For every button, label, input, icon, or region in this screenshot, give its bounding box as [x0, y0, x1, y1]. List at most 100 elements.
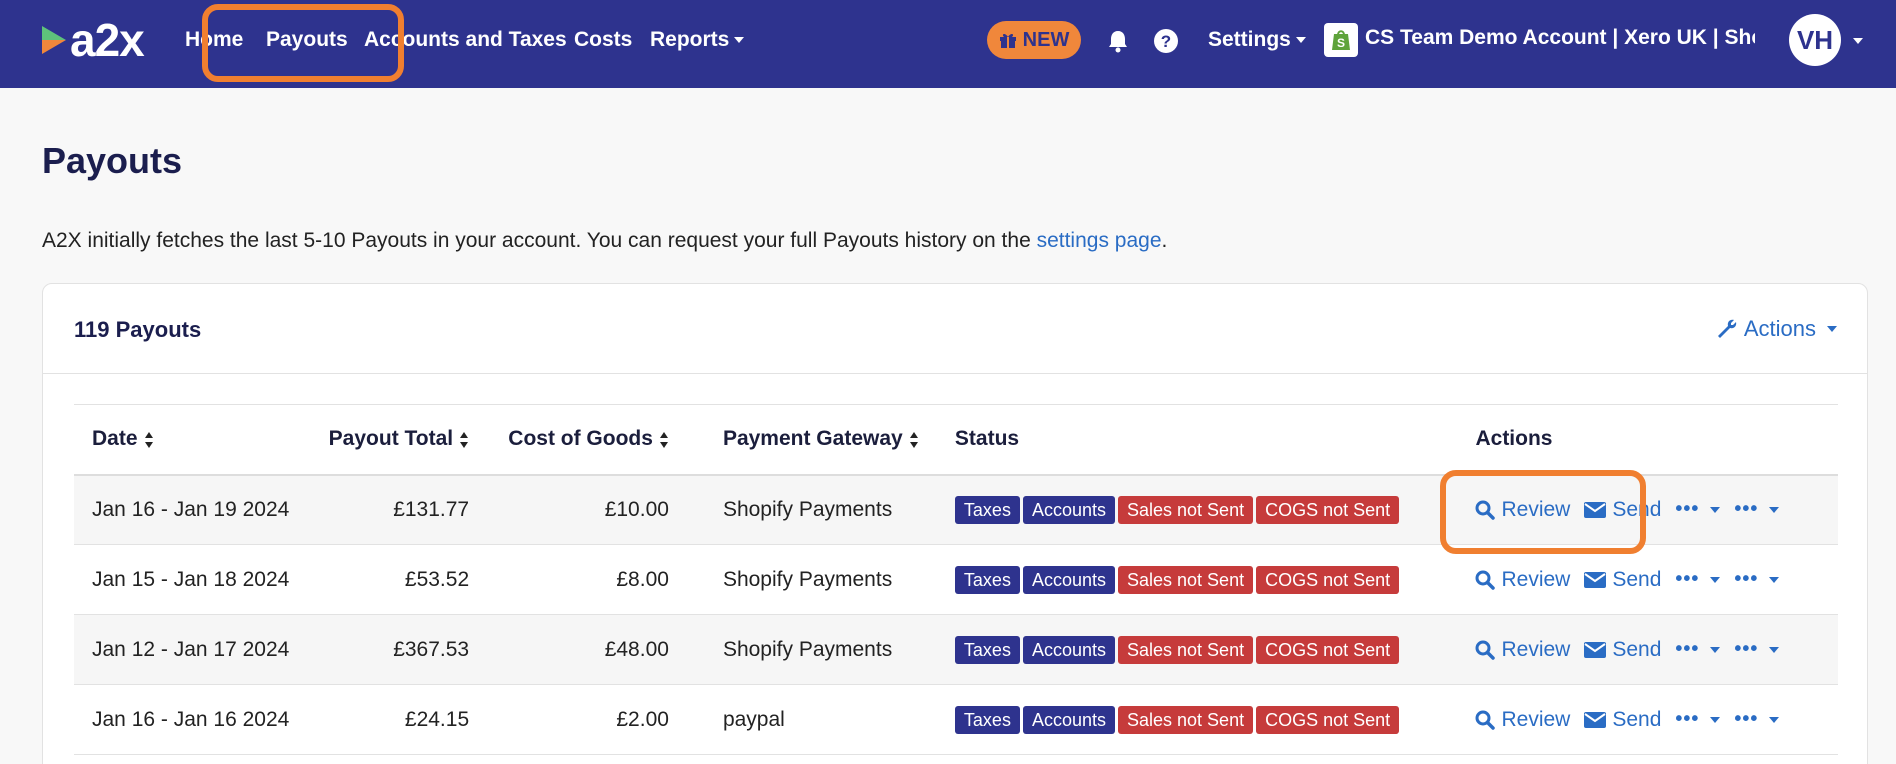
card-actions-dropdown[interactable]: Actions — [1716, 316, 1837, 342]
ellipsis-icon: ••• — [1734, 498, 1759, 521]
send-button[interactable]: Send — [1584, 638, 1661, 662]
cell-date: Jan 15 - Jan 18 2024 — [92, 567, 290, 591]
chevron-down-icon — [1295, 37, 1306, 44]
status-badge-accounts[interactable]: Accounts — [1022, 495, 1115, 524]
cell-status: Taxes Accounts Sales not Sent COGS not Sent — [937, 475, 1446, 545]
cell-actions: Review Send ••• ••• — [1445, 615, 1838, 685]
status-badge-taxes[interactable]: Taxes — [954, 565, 1020, 594]
chevron-down-icon — [1710, 716, 1721, 723]
cell-actions: Review Send ••• ••• — [1445, 685, 1838, 755]
header-cost-of-goods[interactable]: Cost of Goods — [487, 405, 687, 475]
settings-dropdown[interactable]: Settings — [1208, 26, 1306, 54]
help-icon[interactable]: ? — [1151, 26, 1181, 56]
more-options-dropdown[interactable]: ••• — [1675, 568, 1721, 591]
new-features-badge[interactable]: NEW — [987, 21, 1081, 59]
chevron-down-icon[interactable] — [1853, 38, 1863, 44]
review-button[interactable]: Review — [1475, 498, 1570, 522]
cell-status: Taxes Accounts Sales not Sent COGS not Sent — [937, 545, 1446, 615]
cell-status: Taxes Accounts Sales not Sent COGS not Sent — [937, 685, 1446, 755]
status-badge-sales-not-sent[interactable]: Sales not Sent — [1118, 495, 1254, 524]
cell-date: Jan 16 - Jan 16 2024 — [92, 707, 290, 731]
chevron-down-icon — [1710, 646, 1721, 653]
send-label: Send — [1612, 567, 1662, 591]
ellipsis-icon: ••• — [1675, 638, 1700, 661]
status-badge-accounts[interactable]: Accounts — [1022, 705, 1115, 734]
nav-home[interactable]: Home — [185, 26, 243, 54]
status-badge-taxes[interactable]: Taxes — [954, 495, 1020, 524]
cell-actions: Review Send ••• ••• — [1445, 545, 1838, 615]
sort-icon — [909, 431, 918, 448]
review-button[interactable]: Review — [1475, 568, 1570, 592]
nav-accounts-and-taxes[interactable]: Accounts and Taxes — [364, 26, 567, 54]
chevron-down-icon — [1710, 576, 1721, 583]
payouts-card: 119 Payouts Actions Date Payout Total Co… — [42, 283, 1868, 764]
logo-arrow-icon — [42, 26, 66, 54]
cell-payment-gateway: paypal — [722, 707, 785, 731]
shopify-icon: S — [1324, 23, 1358, 57]
intro-text-body: A2X initially fetches the last 5-10 Payo… — [42, 229, 1037, 252]
bell-icon[interactable] — [1103, 26, 1133, 56]
cell-cost-of-goods: £48.00 — [604, 637, 669, 661]
payouts-count: 119 Payouts — [74, 317, 202, 342]
more-options-dropdown-2[interactable]: ••• — [1734, 708, 1780, 731]
user-avatar[interactable]: VH — [1789, 14, 1841, 66]
cell-status: Taxes Accounts Sales not Sent COGS not Sent — [937, 615, 1446, 685]
ellipsis-icon: ••• — [1734, 568, 1759, 591]
status-badge-cogs-not-sent[interactable]: COGS not Sent — [1256, 565, 1400, 594]
status-badge-taxes[interactable]: Taxes — [954, 635, 1020, 664]
review-button[interactable]: Review — [1475, 638, 1570, 662]
wrench-icon — [1717, 319, 1737, 338]
nav-costs[interactable]: Costs — [574, 26, 632, 54]
status-badge-accounts[interactable]: Accounts — [1022, 635, 1115, 664]
more-options-dropdown[interactable]: ••• — [1675, 708, 1721, 731]
chevron-down-icon — [1769, 646, 1780, 653]
nav-payouts[interactable]: Payouts — [266, 26, 348, 54]
ellipsis-icon: ••• — [1675, 708, 1700, 731]
ellipsis-icon: ••• — [1734, 638, 1759, 661]
settings-label: Settings — [1208, 28, 1291, 51]
chevron-down-icon — [1769, 506, 1780, 513]
cell-cost-of-goods: £10.00 — [604, 497, 669, 521]
status-badge-accounts[interactable]: Accounts — [1022, 565, 1115, 594]
send-label: Send — [1612, 637, 1662, 661]
envelope-icon — [1584, 571, 1607, 588]
status-badge-taxes[interactable]: Taxes — [954, 705, 1020, 734]
status-badge-cogs-not-sent[interactable]: COGS not Sent — [1256, 705, 1400, 734]
cell-payment-gateway: Shopify Payments — [722, 567, 893, 591]
review-label: Review — [1501, 567, 1571, 591]
review-button[interactable]: Review — [1475, 708, 1570, 732]
status-badge-sales-not-sent[interactable]: Sales not Sent — [1118, 565, 1254, 594]
more-options-dropdown[interactable]: ••• — [1675, 638, 1721, 661]
intro-text: A2X initially fetches the last 5-10 Payo… — [42, 229, 1167, 253]
envelope-icon — [1584, 641, 1607, 658]
more-options-dropdown-2[interactable]: ••• — [1734, 568, 1780, 591]
header-status: Status — [954, 427, 1020, 451]
envelope-icon — [1584, 711, 1607, 728]
table-header-row: Date Payout Total Cost of Goods Payment … — [74, 404, 1838, 475]
chevron-down-icon — [1769, 716, 1780, 723]
status-badge-cogs-not-sent[interactable]: COGS not Sent — [1256, 635, 1400, 664]
send-button[interactable]: Send — [1584, 498, 1661, 522]
review-label: Review — [1501, 497, 1571, 521]
status-badge-sales-not-sent[interactable]: Sales not Sent — [1118, 635, 1254, 664]
a2x-logo[interactable]: a2x — [42, 17, 145, 63]
status-badge-sales-not-sent[interactable]: Sales not Sent — [1118, 705, 1254, 734]
nav-reports-dropdown[interactable]: Reports — [650, 26, 745, 54]
nav-reports-label: Reports — [650, 28, 730, 51]
more-options-dropdown-2[interactable]: ••• — [1734, 638, 1780, 661]
header-payment-gateway[interactable]: Payment Gateway — [687, 405, 937, 475]
more-options-dropdown-2[interactable]: ••• — [1734, 498, 1780, 521]
cell-actions: Review Send ••• ••• — [1445, 475, 1838, 545]
send-button[interactable]: Send — [1584, 708, 1661, 732]
header-date[interactable]: Date — [74, 405, 307, 475]
table-row: Jan 12 - Jan 17 2024 £367.53 £48.00 Shopify… — [74, 614, 1838, 685]
more-options-dropdown[interactable]: ••• — [1675, 498, 1721, 521]
table-row: Jan 15 - Jan 18 2024 £53.52 £8.00 Shopify P… — [74, 545, 1838, 615]
header-payout-total[interactable]: Payout Total — [307, 405, 487, 475]
send-button[interactable]: Send — [1584, 568, 1661, 592]
account-switcher[interactable]: CS Team Demo Account | Xero UK | Sho... — [1365, 26, 1755, 50]
page-title: Payouts — [42, 140, 183, 181]
sort-icon — [460, 431, 469, 448]
status-badge-cogs-not-sent[interactable]: COGS not Sent — [1256, 495, 1400, 524]
settings-page-link[interactable]: settings page — [1037, 229, 1162, 252]
